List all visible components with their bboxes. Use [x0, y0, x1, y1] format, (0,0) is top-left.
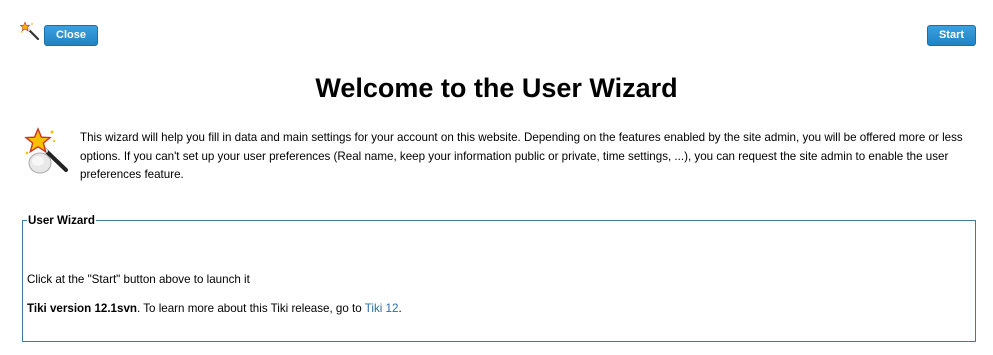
wizard-intro-text: This wizard will help you fill in data a… — [80, 131, 963, 181]
magic-wand-icon — [24, 127, 68, 174]
version-label: Tiki version 12.1svn — [27, 302, 137, 315]
tiki-12-link[interactable]: Tiki 12 — [365, 302, 399, 315]
fieldset-legend: User Wizard — [28, 214, 95, 227]
version-suffix: . To learn more about this Tiki release,… — [137, 302, 365, 315]
start-button[interactable]: Start — [927, 25, 976, 46]
user-wizard-fieldset: User Wizard Click at the "Start" button … — [22, 214, 976, 342]
magic-wand-icon — [20, 22, 40, 40]
wizard-toolbar: Close Start — [0, 0, 993, 56]
close-button[interactable]: Close — [44, 25, 98, 46]
trailing-period: . — [398, 302, 402, 315]
page-title: Welcome to the User Wizard — [315, 73, 678, 103]
start-instruction: Click at the "Start" button above to lau… — [27, 273, 250, 286]
version-info: Tiki version 12.1svn. To learn more abou… — [27, 301, 402, 317]
